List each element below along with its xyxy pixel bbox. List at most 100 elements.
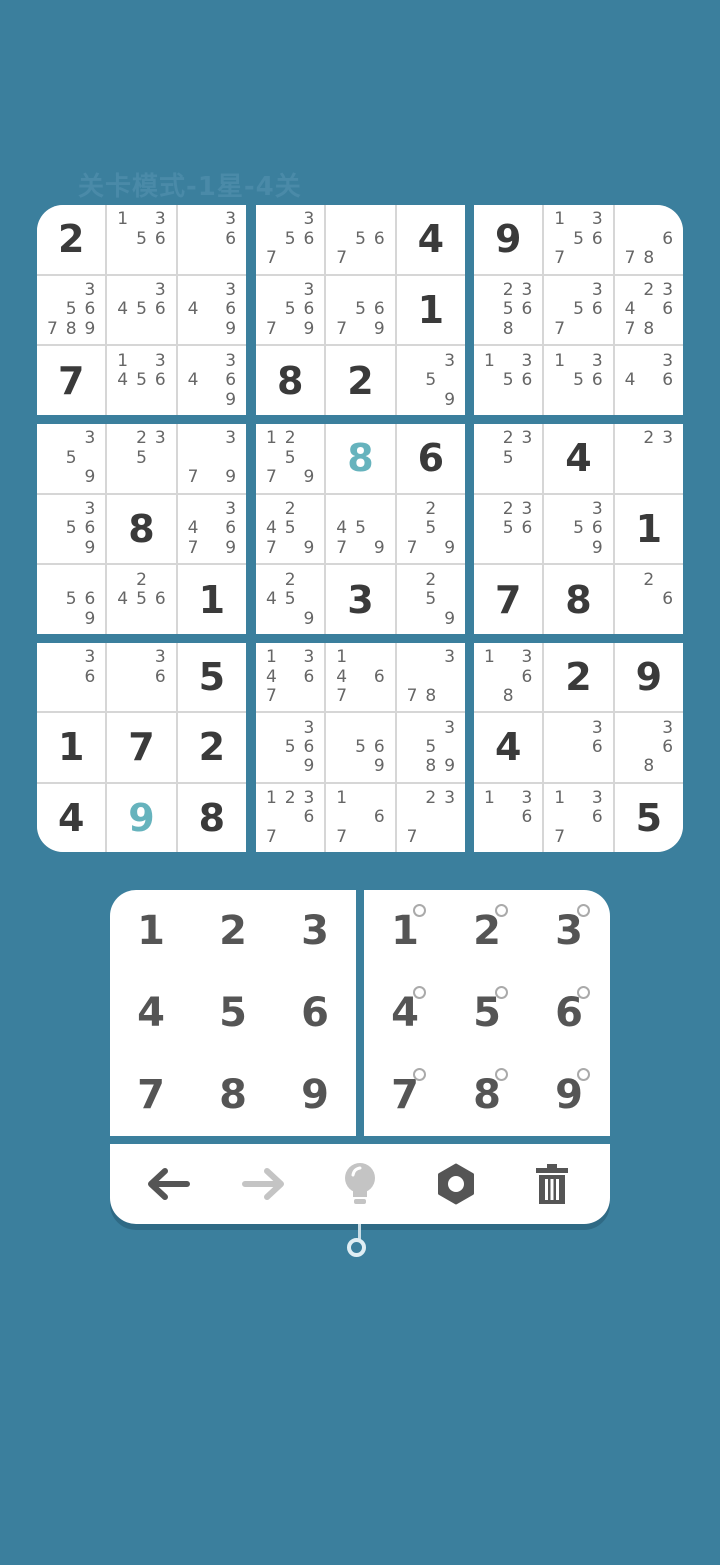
sudoku-cell[interactable]: 36	[107, 643, 176, 712]
sudoku-cell[interactable]: 1	[37, 713, 106, 782]
sudoku-cell[interactable]: 14 6 7	[326, 643, 395, 712]
sudoku-cell[interactable]: 1 356	[107, 205, 176, 274]
sudoku-cell[interactable]: 1 36 7	[544, 783, 613, 852]
number-key[interactable]: 9	[274, 1054, 356, 1136]
sudoku-cell[interactable]: 235	[107, 424, 176, 493]
sudoku-cell[interactable]: 356 789	[37, 275, 106, 345]
sudoku-cell[interactable]: 9	[107, 783, 176, 852]
sudoku-cell[interactable]: 1 6 7	[326, 783, 395, 852]
sudoku-cell[interactable]: 7	[37, 346, 106, 415]
hint-button[interactable]	[330, 1154, 390, 1214]
sudoku-cell[interactable]: 3569	[544, 494, 613, 564]
sudoku-cell[interactable]: 259	[396, 565, 465, 634]
sudoku-cell[interactable]: 3 456	[107, 275, 176, 345]
undo-button[interactable]	[138, 1154, 198, 1214]
sudoku-cell[interactable]: 3569	[37, 494, 106, 564]
sudoku-cell[interactable]: 7	[474, 565, 543, 634]
sudoku-cell[interactable]: 3 4 6 7 9	[177, 494, 246, 564]
sudoku-cell[interactable]: 569	[326, 713, 395, 782]
sudoku-cell[interactable]: 1 356 7	[544, 205, 613, 274]
sudoku-cell[interactable]: 8	[177, 783, 246, 852]
sudoku-cell[interactable]: 2457 9	[256, 494, 325, 564]
number-key[interactable]: 5	[192, 972, 274, 1054]
sudoku-cell[interactable]: 3 4 6	[614, 346, 683, 415]
sudoku-cell[interactable]: 1 3 456	[107, 346, 176, 415]
number-key[interactable]: 2	[192, 890, 274, 972]
sudoku-cell[interactable]: 2356	[474, 494, 543, 564]
sudoku-cell[interactable]: 9	[474, 205, 543, 274]
sudoku-cell[interactable]: 3 4 69	[177, 346, 246, 415]
note-key[interactable]: 3	[528, 890, 610, 972]
sudoku-cell[interactable]: 6 78	[614, 205, 683, 274]
sudoku-cell[interactable]: 26	[614, 565, 683, 634]
sudoku-cell[interactable]: 56 7	[326, 205, 395, 274]
sudoku-cell[interactable]: 2459	[256, 565, 325, 634]
sudoku-cell[interactable]: 356 7 9	[256, 275, 325, 345]
sudoku-cell[interactable]: 23 4 6 78	[614, 275, 683, 345]
sudoku-cell[interactable]: 8	[107, 494, 176, 564]
sudoku-cell[interactable]: 4	[396, 205, 465, 274]
note-key[interactable]: 6	[528, 972, 610, 1054]
sudoku-cell[interactable]: 4	[37, 783, 106, 852]
note-key[interactable]: 1	[364, 890, 446, 972]
clear-button[interactable]	[522, 1154, 582, 1214]
sudoku-cell[interactable]: 3	[326, 565, 395, 634]
sudoku-cell[interactable]: 8	[256, 346, 325, 415]
sudoku-cell[interactable]: 2	[177, 713, 246, 782]
sudoku-cell[interactable]: 5	[614, 783, 683, 852]
sudoku-cell[interactable]: 23 7	[396, 783, 465, 852]
sudoku-cell[interactable]: 4	[474, 713, 543, 782]
sudoku-cell[interactable]: 2	[544, 643, 613, 712]
sudoku-cell[interactable]: 3569	[256, 713, 325, 782]
sudoku-cell[interactable]: 1 356	[474, 346, 543, 415]
sudoku-cell[interactable]: 1257 9	[256, 424, 325, 493]
sudoku-cell[interactable]: 6	[396, 424, 465, 493]
sudoku-cell[interactable]: 7	[107, 713, 176, 782]
sudoku-cell[interactable]: 1	[614, 494, 683, 564]
note-key[interactable]: 7	[364, 1054, 446, 1136]
number-key[interactable]: 1	[110, 890, 192, 972]
sudoku-cell[interactable]: 2456	[107, 565, 176, 634]
number-key[interactable]: 8	[192, 1054, 274, 1136]
sudoku-cell[interactable]: 56 7 9	[326, 275, 395, 345]
sudoku-cell[interactable]: 235	[474, 424, 543, 493]
sudoku-cell[interactable]: 1 368	[474, 643, 543, 712]
sudoku-cell[interactable]: 569	[37, 565, 106, 634]
number-key[interactable]: 6	[274, 972, 356, 1054]
sudoku-cell[interactable]: 1 36	[474, 783, 543, 852]
sudoku-cell[interactable]: 1236 7	[256, 783, 325, 852]
sudoku-cell[interactable]: 4	[544, 424, 613, 493]
note-key[interactable]: 8	[446, 1054, 528, 1136]
sudoku-cell[interactable]: 36	[37, 643, 106, 712]
sudoku-cell[interactable]: 359	[37, 424, 106, 493]
sudoku-cell[interactable]: 356 7	[256, 205, 325, 274]
sudoku-cell[interactable]: 257 9	[396, 494, 465, 564]
sudoku-cell[interactable]: 2	[326, 346, 395, 415]
scroll-handle[interactable]	[347, 1238, 366, 1257]
sudoku-cell[interactable]: 356 7	[544, 275, 613, 345]
note-key[interactable]: 9	[528, 1054, 610, 1136]
number-key[interactable]: 3	[274, 890, 356, 972]
sudoku-cell[interactable]: 23568	[474, 275, 543, 345]
sudoku-cell[interactable]: 36	[544, 713, 613, 782]
settings-button[interactable]	[426, 1154, 486, 1214]
redo-button[interactable]	[234, 1154, 294, 1214]
sudoku-cell[interactable]: 3589	[396, 713, 465, 782]
sudoku-cell[interactable]: 3 4 69	[177, 275, 246, 345]
sudoku-cell[interactable]: 1	[177, 565, 246, 634]
sudoku-cell[interactable]: 9	[614, 643, 683, 712]
sudoku-cell[interactable]: 8	[326, 424, 395, 493]
sudoku-cell[interactable]: 457 9	[326, 494, 395, 564]
sudoku-cell[interactable]: 3 78	[396, 643, 465, 712]
sudoku-cell[interactable]: 3 7 9	[177, 424, 246, 493]
note-key[interactable]: 2	[446, 890, 528, 972]
note-key[interactable]: 4	[364, 972, 446, 1054]
sudoku-cell[interactable]: 2	[37, 205, 106, 274]
sudoku-cell[interactable]: 1 3 4 6 7	[256, 643, 325, 712]
number-key[interactable]: 4	[110, 972, 192, 1054]
sudoku-cell[interactable]: 8	[544, 565, 613, 634]
sudoku-cell[interactable]: 36	[177, 205, 246, 274]
sudoku-cell[interactable]: 368	[614, 713, 683, 782]
sudoku-cell[interactable]: 23	[614, 424, 683, 493]
sudoku-cell[interactable]: 1 356	[544, 346, 613, 415]
